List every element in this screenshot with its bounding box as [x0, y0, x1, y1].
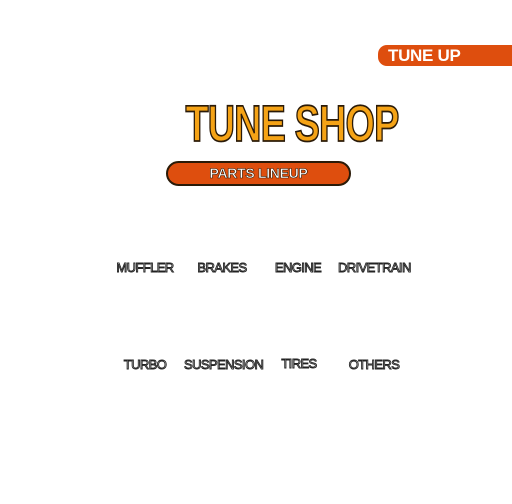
menu-item-drivetrain[interactable]: DRIVETRAIN: [338, 260, 412, 276]
menu-item-turbo[interactable]: TURBO: [118, 357, 172, 373]
menu-item-brakes[interactable]: BRAKES: [192, 260, 252, 276]
menu-item-others[interactable]: OTHERS: [344, 357, 404, 373]
tune-up-tab: TUNE UP: [378, 45, 512, 66]
menu-item-suspension[interactable]: SUSPENSION: [184, 357, 265, 373]
parts-lineup-banner: PARTS LINEUP: [166, 161, 351, 186]
parts-lineup-label: PARTS LINEUP: [209, 165, 308, 182]
menu-item-muffler[interactable]: MUFFLER: [112, 260, 178, 276]
shop-title: TUNE SHOP: [185, 95, 400, 153]
menu-item-engine[interactable]: ENGINE: [270, 260, 326, 276]
menu-item-tires[interactable]: TIRES: [276, 356, 322, 372]
